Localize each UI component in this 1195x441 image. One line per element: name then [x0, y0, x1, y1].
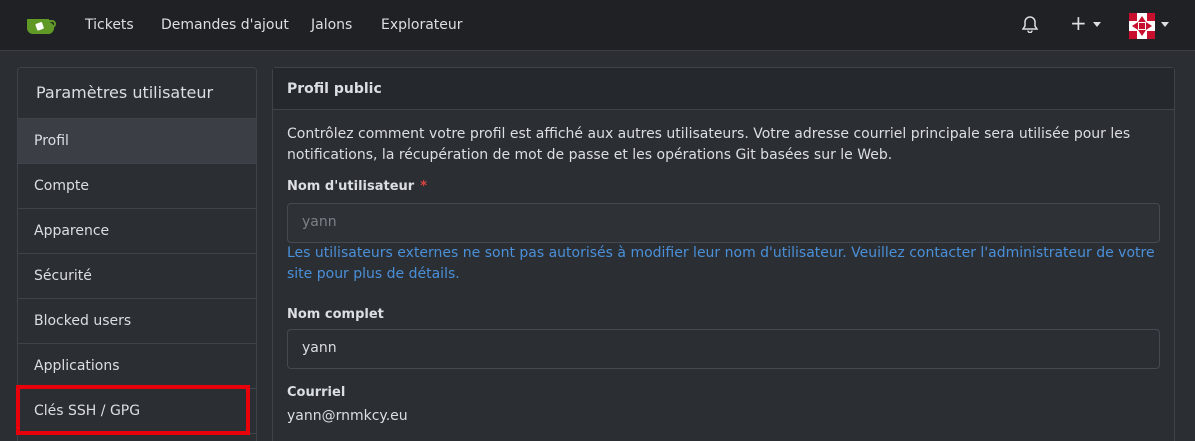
- username-help-text: Les utilisateurs externes ne sont pas au…: [287, 245, 1155, 282]
- email-label: Courriel: [287, 385, 346, 400]
- gitea-logo-icon[interactable]: [24, 12, 56, 38]
- sidebar-item-account[interactable]: Compte: [18, 164, 256, 209]
- nav-pull-requests[interactable]: Demandes d'ajout: [161, 16, 289, 34]
- email-value: yann@rnmkcy.eu: [287, 408, 408, 424]
- plus-icon[interactable]: +: [1070, 12, 1087, 34]
- avatar[interactable]: [1129, 13, 1155, 39]
- nav-explore[interactable]: Explorateur: [381, 16, 463, 34]
- profile-description: Contrôlez comment votre profil est affic…: [287, 126, 1131, 163]
- settings-sidebar: Paramètres utilisateur Profil Compte App…: [17, 67, 257, 441]
- sidebar-item-ssh-gpg-keys[interactable]: Clés SSH / GPG: [18, 389, 256, 434]
- fullname-label: Nom complet: [287, 307, 384, 322]
- fullname-input[interactable]: yann: [287, 329, 1160, 369]
- nav-milestones[interactable]: Jalons: [311, 16, 352, 34]
- chevron-down-icon[interactable]: [1161, 22, 1169, 27]
- username-label: Nom d'utilisateur *: [287, 179, 427, 194]
- sidebar-item-profile[interactable]: Profil: [18, 119, 256, 164]
- sidebar-item-applications[interactable]: Applications: [18, 344, 256, 389]
- chevron-down-icon[interactable]: [1093, 22, 1101, 27]
- username-label-text: Nom d'utilisateur: [287, 179, 415, 194]
- nav-tickets[interactable]: Tickets: [85, 16, 134, 34]
- bell-icon[interactable]: [1022, 15, 1038, 33]
- public-profile-panel: Profil public Contrôlez comment votre pr…: [272, 67, 1175, 441]
- sidebar-item-appearance[interactable]: Apparence: [18, 209, 256, 254]
- required-mark: *: [420, 179, 428, 194]
- sidebar-item-security[interactable]: Sécurité: [18, 254, 256, 299]
- top-navbar: Tickets Demandes d'ajout Jalons Explorat…: [0, 0, 1195, 51]
- panel-title: Profil public: [273, 68, 1174, 110]
- sidebar-item-blocked-users[interactable]: Blocked users: [18, 299, 256, 344]
- username-input[interactable]: yann: [287, 203, 1160, 243]
- sidebar-title: Paramètres utilisateur: [18, 68, 256, 119]
